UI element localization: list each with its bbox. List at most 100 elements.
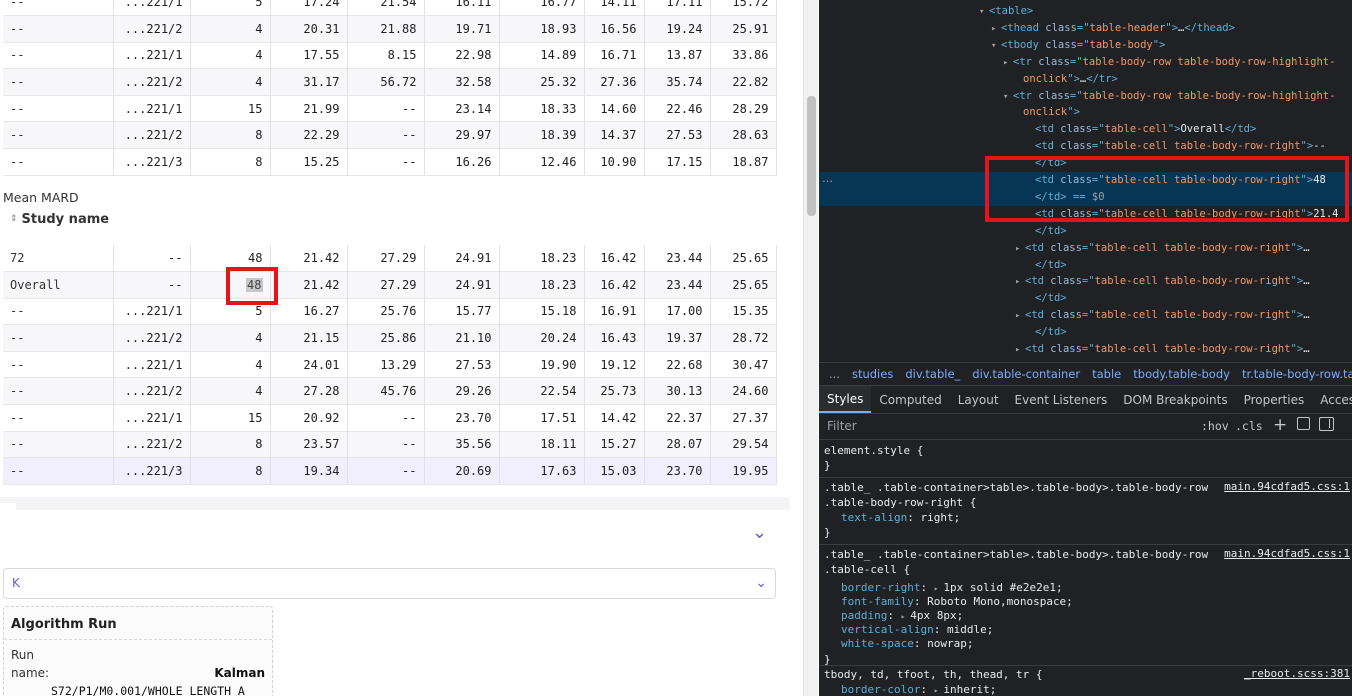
styles-pane: element.style { } .table_ .table-contain… (819, 440, 1352, 696)
styles-filter-input[interactable]: Filter (827, 419, 857, 433)
sort-icon[interactable]: ⇕ (10, 215, 18, 224)
tab-dom-breakpoints[interactable]: DOM Breakpoints (1115, 386, 1235, 413)
dom-node-line[interactable]: ▸ <thead class="table-header">…</thead> (819, 20, 1235, 37)
table-row[interactable]: -- ...221/3 8 15.25 -- 16.26 12.46 10.90 17.15 18… (3, 148, 777, 176)
tab-properties[interactable]: Properties (1236, 386, 1313, 413)
table-cell: ...221/2 (113, 121, 191, 150)
dom-node-line[interactable]: </td> (819, 290, 1067, 307)
dom-node-line[interactable]: ▸ <td class="table-cell table-body-row-ri… (819, 307, 1310, 324)
page-scrollbar-thumb[interactable] (807, 96, 816, 216)
rule2-selector-line2[interactable]: .table-cell { (824, 562, 910, 577)
rule3-declaration[interactable]: border-color: ▸ inherit; (841, 682, 996, 696)
table-row[interactable]: -- ...221/1 5 17.24 21.54 16.11 16.77 14.11 17.1… (3, 0, 777, 17)
rule1-declaration[interactable]: text-align: right; (841, 510, 960, 525)
chevron-down-icon[interactable]: ⌄ (752, 522, 767, 543)
dom-node-line[interactable]: ▸ <tr class="table-body-row table-body-ro… (819, 54, 1335, 71)
breadcrumb-item[interactable]: tbody.table-body (1133, 367, 1230, 381)
expand-triangle-icon[interactable]: ▸ (1015, 308, 1025, 325)
dom-node-line[interactable]: <td class="table-cell">Overall</td> (819, 121, 1256, 138)
rule2-source-link[interactable]: main.94cdfad5.css:1 (1224, 547, 1350, 560)
table-row[interactable]: -- ...221/1 4 24.01 13.29 27.53 19.90 19.12 22.6… (3, 351, 777, 379)
tab-computed[interactable]: Computed (871, 386, 949, 413)
table-cell: 45.76 (347, 377, 425, 406)
expand-triangle-icon[interactable]: ▸ (1015, 241, 1025, 258)
table-cell: 16.42 (584, 245, 645, 273)
more-actions-dots[interactable]: … (822, 172, 833, 185)
dom-token: <table> (989, 5, 1034, 17)
element-style-selector[interactable]: element.style { (824, 443, 923, 458)
expand-triangle-icon[interactable]: ▸ (934, 584, 944, 593)
dom-token: <tr (1013, 89, 1039, 102)
table-row[interactable]: -- ...221/1 15 21.99 -- 23.14 18.33 14.60 22.46 2… (3, 95, 777, 123)
dom-node-line[interactable]: </td> (819, 257, 1067, 274)
expand-triangle-icon[interactable]: ▾ (991, 38, 1001, 55)
rule1-source-link[interactable]: main.94cdfad5.css:1 (1224, 480, 1350, 493)
expand-triangle-icon[interactable]: ▸ (1015, 274, 1025, 291)
table-row[interactable]: -- ...221/1 15 20.92 -- 23.70 17.51 14.42 22.37 2… (3, 404, 777, 432)
table-cell: 8.15 (347, 42, 425, 70)
rule1-selector-line1[interactable]: .table_ .table-container>table>.table-bo… (824, 480, 1208, 495)
dom-node-line[interactable]: ▾ <table> (819, 3, 1033, 20)
expand-triangle-icon[interactable]: ▾ (1003, 89, 1013, 106)
table-row[interactable]: Overall -- 48 21.42 27.29 24.91 18.23 16.42 23.4… (3, 271, 777, 299)
run-select[interactable]: K ⌄ (3, 568, 776, 599)
dom-node-line[interactable]: <td class="table-cell table-body-row-rig… (819, 138, 1326, 155)
rule3-selector[interactable]: tbody, td, tfoot, th, thead, tr { (824, 667, 1043, 682)
tab-accessibility[interactable]: Accessibility (1312, 386, 1352, 413)
breadcrumb-item[interactable]: studies (852, 367, 893, 381)
table-row[interactable]: -- ...221/2 4 31.17 56.72 32.58 25.32 27.36 35.7… (3, 68, 777, 96)
breadcrumb-item[interactable]: div.table_ (905, 367, 960, 381)
dom-token: … (1303, 309, 1310, 322)
hov-toggle[interactable]: :hov (1201, 419, 1229, 433)
dom-node-line[interactable]: </td> (819, 223, 1067, 240)
column-header-study-name[interactable]: ⇕ Study name (10, 212, 109, 227)
breadcrumb-item[interactable]: table (1092, 367, 1121, 381)
table-row[interactable]: -- ...221/2 4 20.31 21.88 19.71 18.93 16.56 19.2… (3, 15, 777, 43)
table-row[interactable]: -- ...221/1 4 17.55 8.15 22.98 14.89 16.71 13.87… (3, 42, 777, 70)
expand-triangle-icon[interactable]: ▸ (1015, 342, 1025, 359)
chevron-down-icon[interactable]: ⌄ (755, 575, 767, 591)
tab-event-listeners[interactable]: Event Listeners (1007, 386, 1116, 413)
rule3-source-link[interactable]: _reboot.scss:381 (1244, 667, 1350, 680)
element-state-icon[interactable] (1297, 417, 1310, 430)
table-row[interactable]: -- ...221/1 5 16.27 25.76 15.77 15.18 16.91 17.0… (3, 298, 777, 326)
dom-node-line[interactable]: onclick">…</tr> (819, 71, 1118, 88)
page-scrollbar[interactable] (803, 0, 818, 696)
rule2-declaration[interactable]: padding: ▸ 4px 8px; (841, 608, 963, 623)
rule2-declaration[interactable]: vertical-align: middle; (841, 622, 993, 637)
breadcrumb-item[interactable]: tr.table-body-row.table (1242, 367, 1352, 381)
breadcrumb-item[interactable]: ... (829, 367, 840, 381)
table-cell: 18.11 (499, 431, 585, 459)
table-row[interactable]: -- ...221/2 4 21.15 25.86 21.10 20.24 16.43 19.3… (3, 324, 777, 352)
rule2-declaration[interactable]: border-right: ▸ 1px solid #e2e2e1; (841, 580, 1063, 595)
table-row[interactable]: 72 -- 48 21.42 27.29 24.91 18.23 16.42 23.44 25.6… (3, 245, 777, 273)
rule1-selector-line2[interactable]: .table-body-row-right { (824, 495, 976, 510)
dom-node-line[interactable]: ▾ <tbody class="table-body"> (819, 37, 1165, 54)
table-cell: ...221/1 (113, 95, 191, 123)
dom-node-line[interactable]: </td> (819, 324, 1067, 341)
run-path-value: S72/P1/M0.001/WHOLE_LENGTH_A (51, 684, 245, 696)
breadcrumb-item[interactable]: div.table-container (972, 367, 1080, 381)
tab-styles[interactable]: Styles (819, 386, 872, 413)
dom-node-line[interactable]: ▾ <tr class="table-body-row table-body-ro… (819, 88, 1335, 105)
cls-toggle[interactable]: .cls (1235, 419, 1263, 433)
tab-layout[interactable]: Layout (950, 386, 1007, 413)
rule2-declaration[interactable]: font-family: Roboto Mono,monospace; (841, 594, 1073, 609)
dom-node-line[interactable]: ▸ <td class="table-cell table-body-row-ri… (819, 341, 1310, 358)
expand-triangle-icon[interactable]: ▸ (991, 21, 1001, 38)
table-row[interactable]: -- ...221/3 8 19.34 -- 20.69 17.63 15.03 23.70 19… (3, 457, 777, 485)
dom-node-line[interactable]: ▸ <td class="table-cell table-body-row-ri… (819, 273, 1310, 290)
expand-triangle-icon[interactable]: ▾ (979, 4, 989, 21)
dom-node-line[interactable]: ▸ <td class="table-cell table-body-row-ri… (819, 240, 1310, 257)
rule2-declaration[interactable]: white-space: nowrap; (841, 636, 973, 651)
expand-triangle-icon[interactable]: ▸ (901, 612, 911, 621)
dom-node-line[interactable]: onclick"> (819, 104, 1080, 121)
new-rule-plus-icon[interactable]: + (1273, 415, 1287, 435)
table-row[interactable]: -- ...221/2 8 23.57 -- 35.56 18.11 15.27 28.07 29… (3, 431, 777, 459)
rule2-selector-line1[interactable]: .table_ .table-container>table>.table-bo… (824, 547, 1208, 562)
dom-token: =" (1081, 343, 1095, 355)
toggle-sidebar-icon[interactable] (1319, 417, 1334, 431)
table-row[interactable]: -- ...221/2 4 27.28 45.76 29.26 22.54 25.73 30.1… (3, 377, 777, 406)
expand-triangle-icon[interactable]: ▸ (1003, 55, 1013, 72)
table-row[interactable]: -- ...221/2 8 22.29 -- 29.97 18.39 14.37 27.53 28… (3, 121, 777, 150)
